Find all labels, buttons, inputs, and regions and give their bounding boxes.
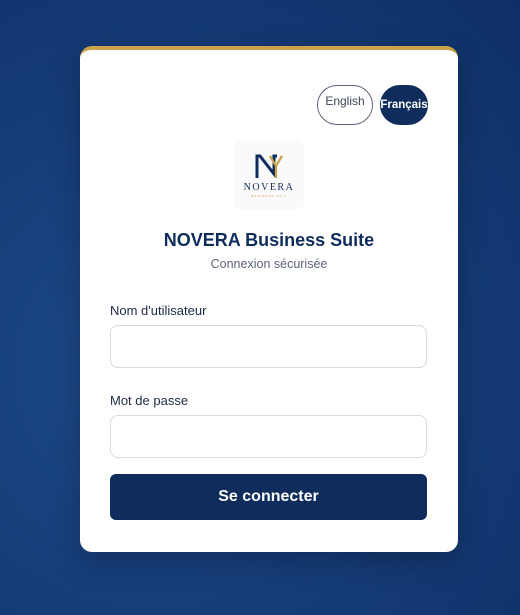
language-french-button[interactable]: Français — [380, 85, 428, 125]
login-card: English Français NOVERA BUSINESS SUIT NO… — [80, 46, 458, 552]
page-subtitle: Connexion sécurisée — [210, 257, 328, 271]
language-switch: English Français — [317, 85, 428, 125]
logo-wordmark: NOVERA — [243, 182, 295, 193]
language-english-button[interactable]: English — [317, 85, 373, 125]
logo-tagline: BUSINESS SUIT — [251, 194, 287, 198]
password-label: Mot de passe — [110, 393, 189, 408]
username-label: Nom d'utilisateur — [110, 303, 207, 318]
login-button[interactable]: Se connecter — [110, 474, 427, 520]
novera-monogram-icon — [255, 154, 283, 179]
novera-logo: NOVERA BUSINESS SUIT — [234, 140, 304, 210]
username-input[interactable] — [110, 325, 427, 368]
page-title: NOVERA Business Suite — [163, 230, 375, 250]
password-input[interactable] — [110, 415, 427, 458]
